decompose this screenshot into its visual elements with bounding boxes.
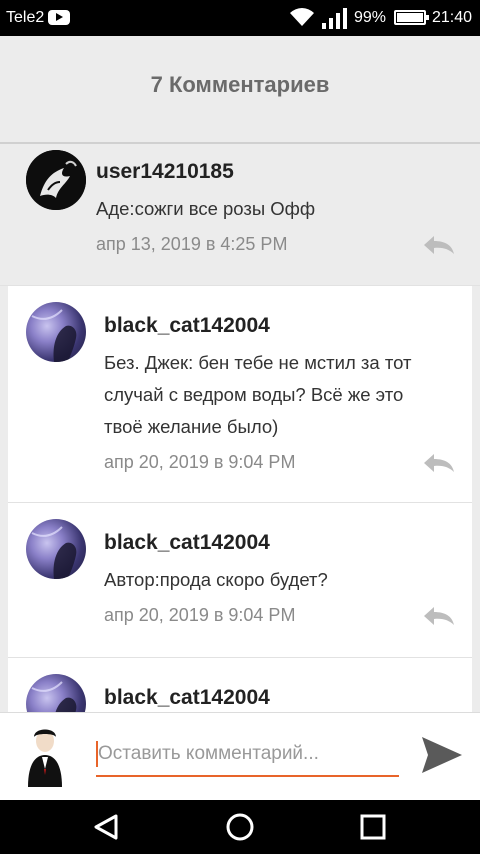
reply-arrow-icon[interactable] — [422, 605, 456, 627]
comment-date: апр 13, 2019 в 4:25 PM — [96, 234, 288, 254]
clock: 21:40 — [432, 9, 473, 26]
battery-icon — [394, 10, 429, 25]
text-caret — [96, 741, 98, 767]
comment-text-line: Без. Джек: бен тебе не мстил за тот — [104, 352, 412, 373]
cat-avatar-icon — [31, 309, 77, 362]
wifi-icon — [290, 8, 314, 26]
comment-username[interactable]: black_cat142004 — [104, 686, 270, 710]
comment-username[interactable]: black_cat142004 — [104, 531, 270, 555]
comment-date: апр 20, 2019 в 9:04 PM — [104, 452, 296, 472]
comment-field[interactable] — [96, 735, 399, 777]
avatar[interactable] — [26, 302, 86, 362]
system-nav-bar — [0, 800, 480, 854]
comment-item: black_cat142004 — [8, 658, 472, 712]
back-triangle-icon[interactable] — [92, 812, 122, 842]
reply-arrow-icon[interactable] — [422, 234, 456, 256]
comments-header: 7 Комментариев — [0, 36, 480, 144]
carrier-label: Tele2 — [6, 9, 45, 26]
signal-icon — [322, 8, 347, 29]
comment-text: Автор:прода скоро будет? — [104, 569, 328, 590]
comment-text-line: твоё желание было) — [104, 416, 279, 437]
comment-composer — [0, 712, 480, 800]
comment-item: black_cat142004 Автор:прода скоро будет?… — [8, 503, 472, 658]
page-title: 7 Комментариев — [150, 72, 330, 97]
comment-text-line: случай с ведром воды? Всё же это — [104, 384, 404, 405]
user-avatar[interactable] — [22, 725, 68, 787]
youtube-notification-icon — [48, 10, 70, 25]
avatar[interactable] — [26, 674, 86, 712]
comments-list[interactable]: user14210185 Аде:сожги все розы Офф апр … — [0, 146, 480, 712]
comment-input[interactable] — [96, 735, 399, 773]
comment-username[interactable]: black_cat142004 — [104, 314, 270, 338]
avatar[interactable] — [26, 519, 86, 579]
avatar[interactable] — [26, 150, 86, 210]
reply-arrow-icon[interactable] — [422, 452, 456, 474]
status-bar: Tele2 99% 21:40 — [0, 0, 480, 36]
cat-avatar-icon — [31, 526, 77, 579]
recents-square-icon[interactable] — [358, 812, 388, 842]
home-circle-icon[interactable] — [225, 812, 255, 842]
battery-percent: 99% — [354, 9, 387, 26]
comment-item: black_cat142004 Без. Джек: бен тебе не м… — [8, 286, 472, 503]
comment-item: user14210185 Аде:сожги все розы Офф апр … — [0, 146, 480, 286]
comment-text: Аде:сожги все розы Офф — [96, 198, 316, 219]
wolf-avatar-icon — [26, 150, 86, 210]
send-icon[interactable] — [418, 733, 464, 777]
cat-avatar-icon — [31, 681, 77, 712]
comment-date: апр 20, 2019 в 9:04 PM — [104, 605, 296, 625]
comment-username[interactable]: user14210185 — [96, 160, 234, 184]
